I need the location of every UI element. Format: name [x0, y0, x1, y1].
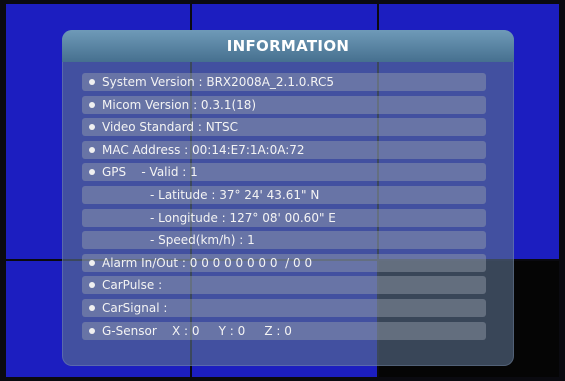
- alarm-in-out-text: Alarm In/Out : 0 0 0 0 0 0 0 0 / 0 0: [102, 255, 313, 270]
- info-row-video-standard: Video Standard : NTSC: [82, 118, 486, 137]
- micom-version-text: Micom Version : 0.3.1(18): [102, 97, 257, 112]
- g-sensor-text: G-Sensor X : 0 Y : 0 Z : 0: [102, 323, 292, 338]
- bullet-icon: [89, 304, 95, 311]
- video-standard-text: Video Standard : NTSC: [102, 120, 239, 135]
- info-row-mac-address: MAC Address : 00:14:E7:1A:0A:72: [82, 140, 486, 159]
- info-row-alarm-in-out: Alarm In/Out : 0 0 0 0 0 0 0 0 / 0 0: [82, 253, 486, 272]
- info-row-micom-version: Micom Version : 0.3.1(18): [82, 95, 486, 114]
- bullet-icon: [89, 169, 95, 176]
- info-row-system-version: System Version : BRX2008A_2.1.0.RC5: [82, 73, 486, 91]
- bullet-icon: [89, 146, 95, 153]
- bullet-icon: [89, 79, 95, 85]
- info-row-gps-speed: - Speed(km/h) : 1: [82, 231, 486, 250]
- bullet-icon: [89, 259, 95, 266]
- car-pulse-text: CarPulse :: [102, 278, 163, 293]
- bullet-icon: [89, 124, 95, 131]
- information-panel: INFORMATION System Version : BRX2008A_2.…: [62, 30, 514, 366]
- info-row-gps-valid: GPS - Valid : 1: [82, 163, 486, 182]
- info-row-g-sensor: G-Sensor X : 0 Y : 0 Z : 0: [82, 321, 486, 340]
- bullet-icon: [89, 101, 95, 108]
- info-row-gps-longitude: - Longitude : 127° 08' 00.60" E: [82, 208, 486, 227]
- bullet-icon: [89, 282, 95, 289]
- info-row-car-signal: CarSignal :: [82, 298, 486, 317]
- mac-address-text: MAC Address : 00:14:E7:1A:0A:72: [102, 142, 305, 157]
- dvr-screen: INFORMATION System Version : BRX2008A_2.…: [0, 0, 565, 381]
- gps-speed-text: - Speed(km/h) : 1: [150, 233, 255, 248]
- information-title: INFORMATION: [226, 37, 350, 55]
- information-list: System Version : BRX2008A_2.1.0.RC5 Mico…: [82, 73, 486, 344]
- bullet-icon: [89, 327, 95, 334]
- gps-longitude-text: - Longitude : 127° 08' 00.60" E: [150, 210, 336, 225]
- gps-latitude-text: - Latitude : 37° 24' 43.61" N: [150, 187, 320, 202]
- info-row-gps-latitude: - Latitude : 37° 24' 43.61" N: [82, 185, 486, 204]
- car-signal-text: CarSignal :: [102, 300, 168, 315]
- info-row-car-pulse: CarPulse :: [82, 276, 486, 295]
- system-version-text: System Version : BRX2008A_2.1.0.RC5: [102, 75, 335, 89]
- gps-valid-text: GPS - Valid : 1: [102, 165, 198, 180]
